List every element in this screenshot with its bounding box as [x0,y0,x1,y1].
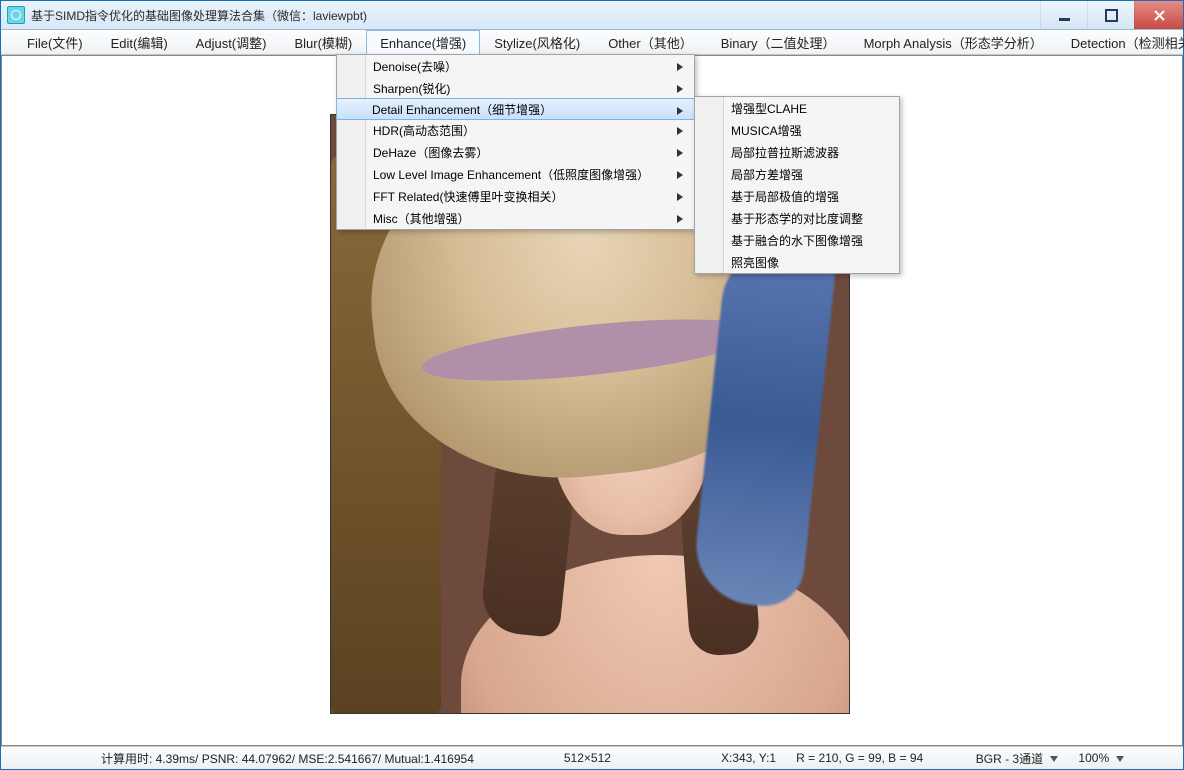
menu-enhance[interactable]: Enhance(增强) [366,30,480,55]
status-zoom[interactable]: 100% [1068,751,1134,765]
sm-underwater[interactable]: 基于融合的水下图像增强 [695,229,899,251]
status-dimensions: 512×512 [554,751,621,765]
menu-item-label: Low Level Image Enhancement（低照度图像增强） [373,166,649,183]
menu-other[interactable]: Other（其他） [594,30,707,54]
menu-stylize[interactable]: Stylize(风格化) [480,30,594,54]
menu-item-label: Detail Enhancement（细节增强） [372,101,552,118]
status-compute: 计算用时: 4.39ms/ PSNR: 44.07962/ MSE:2.5416… [91,750,484,767]
menu-item-label: Sharpen(锐化) [373,80,450,97]
submenu-arrow-icon [676,169,684,183]
menu-item-label: Misc（其他增强） [373,210,470,227]
sm-musica[interactable]: MUSICA增强 [695,119,899,141]
app-icon [7,6,25,24]
menu-binary[interactable]: Binary（二值处理） [707,30,850,54]
menu-item-label: 局部方差增强 [731,166,803,183]
resize-grip[interactable] [1167,747,1183,769]
menubar: File(文件)Edit(编辑)Adjust(调整)Blur(模糊)Enhanc… [1,30,1183,55]
close-button[interactable] [1134,1,1183,29]
menu-morph[interactable]: Morph Analysis（形态学分析） [850,30,1057,54]
submenu-arrow-icon [676,83,684,97]
sm-laplacian[interactable]: 局部拉普拉斯滤波器 [695,141,899,163]
menu-blur[interactable]: Blur(模糊) [280,30,366,54]
menu-item-label: 基于局部极值的增强 [731,188,839,205]
menu-item-label: 基于融合的水下图像增强 [731,232,863,249]
menu-adjust[interactable]: Adjust(调整) [182,30,281,54]
submenu-arrow-icon [676,105,684,119]
maximize-icon [1105,9,1118,22]
menu-item-label: HDR(高动态范围） [373,122,475,139]
menu-edit[interactable]: Edit(编辑) [97,30,182,54]
status-mode[interactable]: BGR - 3通道 [966,750,1069,767]
sm-extrema[interactable]: 基于局部极值的增强 [695,185,899,207]
submenu-arrow-icon [676,213,684,227]
menu-item-label: DeHaze（图像去雾） [373,144,488,161]
detail-enhancement-submenu: 增强型CLAHE MUSICA增强局部拉普拉斯滤波器局部方差增强基于局部极值的增强… [694,96,900,274]
sm-clahe[interactable]: 增强型CLAHE [695,97,899,119]
close-icon [1153,9,1166,22]
submenu-arrow-icon [676,147,684,161]
dd-denoise[interactable]: Denoise(去噪） [337,55,694,77]
enhance-dropdown: Denoise(去噪） Sharpen(锐化) Detail Enhancement… [336,54,695,230]
minimize-button[interactable] [1040,1,1087,29]
submenu-arrow-icon [676,191,684,205]
window-title: 基于SIMD指令优化的基础图像处理算法合集（微信：laviewpbt) [31,7,1040,24]
minimize-icon [1058,9,1071,22]
dd-misc[interactable]: Misc（其他增强） [337,207,694,229]
menu-item-label: Denoise(去噪） [373,58,457,75]
menu-item-label: MUSICA增强 [731,122,802,139]
status-cursor: X:343, Y:1 [711,751,786,765]
submenu-arrow-icon [676,61,684,75]
menu-file[interactable]: File(文件) [13,30,97,54]
dd-hdr[interactable]: HDR(高动态范围） [337,119,694,141]
dd-lowlight[interactable]: Low Level Image Enhancement（低照度图像增强） [337,163,694,185]
menu-item-label: FFT Related(快速傅里叶变换相关） [373,188,563,205]
app-window: 基于SIMD指令优化的基础图像处理算法合集（微信：laviewpbt) File… [0,0,1184,770]
sm-morph-contrast[interactable]: 基于形态学的对比度调整 [695,207,899,229]
titlebar: 基于SIMD指令优化的基础图像处理算法合集（微信：laviewpbt) [1,1,1183,30]
status-pixel: R = 210, G = 99, B = 94 [786,751,933,765]
statusbar: 计算用时: 4.39ms/ PSNR: 44.07962/ MSE:2.5416… [1,746,1183,769]
menu-item-label: 基于形态学的对比度调整 [731,210,863,227]
chevron-down-icon [1050,752,1058,766]
dd-dehaze[interactable]: DeHaze（图像去雾） [337,141,694,163]
menu-item-label: 局部拉普拉斯滤波器 [731,144,839,161]
menu-item-label: 照亮图像 [731,254,779,271]
dd-sharpen[interactable]: Sharpen(锐化) [337,77,694,99]
maximize-button[interactable] [1087,1,1134,29]
window-buttons [1040,1,1183,29]
sm-variance[interactable]: 局部方差增强 [695,163,899,185]
menu-item-label: 增强型CLAHE [731,100,807,117]
menu-detection[interactable]: Detection（检测相关） [1057,30,1184,54]
chevron-down-icon [1116,751,1124,765]
dd-detail[interactable]: Detail Enhancement（细节增强） [336,98,695,120]
dd-fft[interactable]: FFT Related(快速傅里叶变换相关） [337,185,694,207]
submenu-arrow-icon [676,125,684,139]
sm-illuminate[interactable]: 照亮图像 [695,251,899,273]
